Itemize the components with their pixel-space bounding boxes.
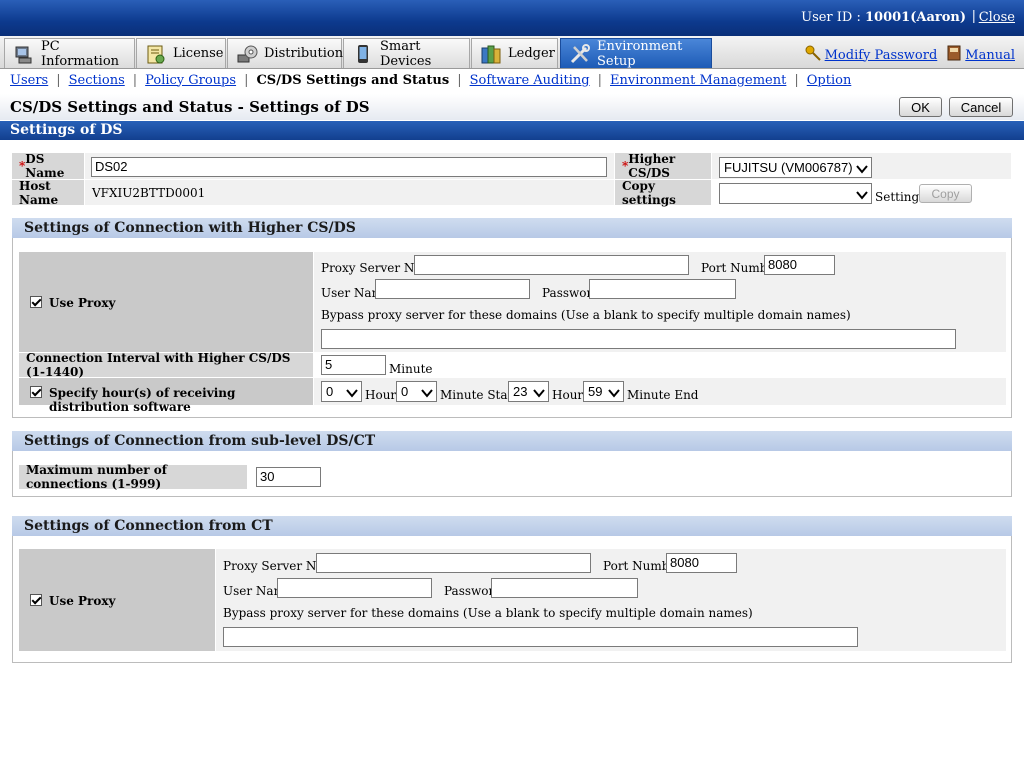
subnav-option[interactable]: Option <box>807 73 852 88</box>
higher-cs-ds-label: * Higher CS/DS <box>615 152 711 180</box>
end-minute-select[interactable]: 59 <box>583 381 624 402</box>
distribution-icon <box>236 43 258 65</box>
ct-proxy-server-name-input[interactable] <box>316 553 591 573</box>
main-menu: PC Information License Distribution Smar… <box>0 36 1024 69</box>
proxy-server-name-input[interactable] <box>414 255 689 275</box>
license-icon <box>145 43 167 65</box>
settings-text: Settings <box>875 190 926 204</box>
ct-user-name-input[interactable] <box>277 578 432 598</box>
user-id: User ID : 10001(Aaron) <box>801 10 966 25</box>
smart-device-icon <box>352 43 374 65</box>
interval-unit: Minute <box>389 362 433 376</box>
ledger-icon <box>480 43 502 65</box>
ct-use-proxy-row-label: Use Proxy <box>19 549 215 651</box>
password-input[interactable] <box>589 279 736 299</box>
host-name-value: VFXIU2BTTD0001 <box>92 186 206 200</box>
subnav-cs-ds-settings: CS/DS Settings and Status <box>256 72 450 88</box>
page-title-bar: CS/DS Settings and Status - Settings of … <box>0 94 1024 120</box>
host-name-label: Host Name <box>12 179 84 207</box>
chevron-down-icon <box>346 385 358 398</box>
subnav-policy-groups[interactable]: Policy Groups <box>145 73 236 88</box>
ct-use-proxy-checkbox[interactable] <box>30 594 42 606</box>
subnav-software-auditing[interactable]: Software Auditing <box>470 73 590 88</box>
ct-port-number-input[interactable]: 8080 <box>666 553 737 573</box>
utility-links: Modify Password Manual <box>805 45 1015 65</box>
chevron-down-icon <box>421 385 433 398</box>
max-connections-label: Maximum number of connections (1-999) <box>19 463 247 491</box>
page-title: CS/DS Settings and Status - Settings of … <box>10 98 370 116</box>
sub-navigation: Users | Sections | Policy Groups | CS/DS… <box>0 69 1024 91</box>
specify-hours-row-label: Specify hour(s) of receiving distributio… <box>19 378 313 414</box>
tab-distribution[interactable]: Distribution <box>227 38 343 68</box>
cancel-button[interactable]: Cancel <box>949 97 1013 117</box>
user-name-input[interactable] <box>375 279 530 299</box>
specify-hours-checkbox[interactable] <box>30 386 42 398</box>
use-proxy-checkbox[interactable] <box>30 296 42 308</box>
copy-button[interactable]: Copy <box>919 184 972 203</box>
ct-connection-header: Settings of Connection from CT <box>12 516 1012 536</box>
tab-smart-devices[interactable]: Smart Devices <box>343 38 470 69</box>
copy-settings-label: Copy settings <box>615 179 711 207</box>
ct-bypass-proxy-input[interactable] <box>223 627 858 647</box>
tools-icon <box>569 43 591 65</box>
tab-ledger[interactable]: Ledger <box>471 38 558 68</box>
connection-interval-label: Connection Interval with Higher CS/DS (1… <box>19 351 313 379</box>
port-number-input[interactable]: 8080 <box>764 255 835 275</box>
subnav-environment-management[interactable]: Environment Management <box>610 73 786 88</box>
pc-icon <box>13 43 35 65</box>
sublevel-connection-header: Settings of Connection from sub-level DS… <box>12 431 1012 451</box>
manual-book-icon <box>947 45 961 65</box>
start-hour-select[interactable]: 0 <box>321 381 362 402</box>
chevron-down-icon <box>856 161 868 174</box>
subnav-users[interactable]: Users <box>10 73 48 88</box>
key-icon <box>805 45 821 65</box>
start-minute-select[interactable]: 0 <box>396 381 437 402</box>
ds-name-label: * DS Name <box>12 152 84 180</box>
copy-settings-select[interactable] <box>719 183 872 204</box>
modify-password-link[interactable]: Modify Password <box>825 48 938 63</box>
tab-pc-information[interactable]: PC Information <box>4 38 135 69</box>
tab-license[interactable]: License <box>136 38 226 68</box>
header-separator: | <box>971 9 976 24</box>
higher-connection-header: Settings of Connection with Higher CS/DS <box>12 218 1012 238</box>
top-bar: User ID : 10001(Aaron) | Close <box>0 0 1024 36</box>
ds-name-input[interactable]: DS02 <box>91 157 607 177</box>
higher-cs-ds-select[interactable]: FUJITSU (VM006787) <box>719 157 872 178</box>
manual-link[interactable]: Manual <box>965 48 1015 63</box>
use-proxy-row-label: Use Proxy <box>19 252 313 352</box>
section-header-settings-of-ds: Settings of DS <box>0 121 1024 140</box>
close-link[interactable]: Close <box>979 10 1015 25</box>
bypass-proxy-input[interactable] <box>321 329 956 349</box>
bypass-proxy-label: Bypass proxy server for these domains (U… <box>321 308 851 322</box>
end-hour-select[interactable]: 23 <box>508 381 549 402</box>
chevron-down-icon <box>856 187 868 200</box>
ok-button[interactable]: OK <box>899 97 942 117</box>
chevron-down-icon <box>533 385 545 398</box>
subnav-sections[interactable]: Sections <box>69 73 125 88</box>
connection-interval-input[interactable]: 5 <box>321 355 386 375</box>
chevron-down-icon <box>608 385 620 398</box>
ct-bypass-proxy-label: Bypass proxy server for these domains (U… <box>223 606 753 620</box>
max-connections-input[interactable]: 30 <box>256 467 321 487</box>
tab-environment-setup[interactable]: Environment Setup <box>560 38 712 69</box>
ct-password-input[interactable] <box>491 578 638 598</box>
